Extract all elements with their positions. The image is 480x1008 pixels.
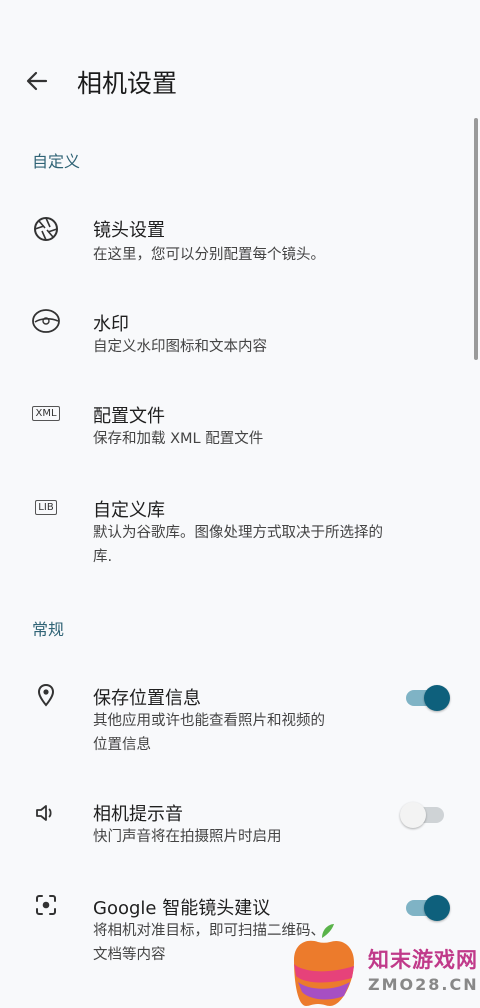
location-pin-icon [31,680,61,710]
lib-icon: LIB [31,492,61,522]
sound-sub: 快门声音将在拍摄照片时启用 [93,829,282,845]
watermark-sub: 自定义水印图标和文本内容 [93,339,267,355]
lib-badge: LIB [35,499,57,515]
settings-item-location[interactable]: 保存位置信息 其他应用或许也能查看照片和视频的 位置信息 [0,674,470,764]
settings-item-library[interactable]: LIB 自定义库 默认为谷歌库。图像处理方式取决于所选择的 库. [0,486,470,578]
watermark-label: 水印 [93,314,129,335]
settings-item-sound[interactable]: 相机提示音 快门声音将在拍摄照片时启用 [0,788,470,854]
location-toggle[interactable] [400,681,454,715]
settings-item-lens[interactable]: 镜头设置 在这里，您可以分别配置每个镜头。 [0,200,470,280]
config-sub: 保存和加载 XML 配置文件 [93,431,264,447]
library-sub-1: 默认为谷歌库。图像处理方式取决于所选择的 [93,525,383,541]
page-title: 相机设置 [77,69,178,98]
aperture-icon [31,214,61,244]
library-label: 自定义库 [93,500,165,521]
scrollbar[interactable] [474,118,478,360]
section-header-general: 常规 [32,620,65,639]
location-sub-2: 位置信息 [93,737,151,753]
location-sub-1: 其他应用或许也能查看照片和视频的 [93,713,325,729]
config-label: 配置文件 [93,406,165,427]
back-arrow-icon[interactable] [22,66,52,96]
sound-toggle[interactable] [400,798,454,832]
lens-suggest-sub-2: 文档等内容 [93,947,166,963]
location-label: 保存位置信息 [93,688,201,709]
site-watermark-text: 知末游戏网 [368,948,478,972]
watermark-icon [31,306,61,336]
lens-sub: 在这里，您可以分别配置每个镜头。 [93,247,325,263]
library-sub-2: 库. [93,549,113,565]
lens-suggest-label: Google 智能镜头建议 [93,898,271,919]
section-header-custom: 自定义 [32,152,81,171]
lens-label: 镜头设置 [93,220,165,241]
sound-label: 相机提示音 [93,804,183,825]
top-app-bar: 相机设置 [0,0,480,150]
toggle-knob [424,895,450,921]
settings-item-config[interactable]: XML 配置文件 保存和加载 XML 配置文件 [0,392,470,458]
xml-icon: XML [31,398,61,428]
lens-scan-icon [31,890,61,920]
speaker-icon [31,798,61,828]
site-watermark-url: ZMO28.CN [368,975,479,994]
xml-badge: XML [32,405,60,421]
settings-item-watermark[interactable]: 水印 自定义水印图标和文本内容 [0,300,470,366]
toggle-knob [400,802,426,828]
toggle-knob [424,685,450,711]
